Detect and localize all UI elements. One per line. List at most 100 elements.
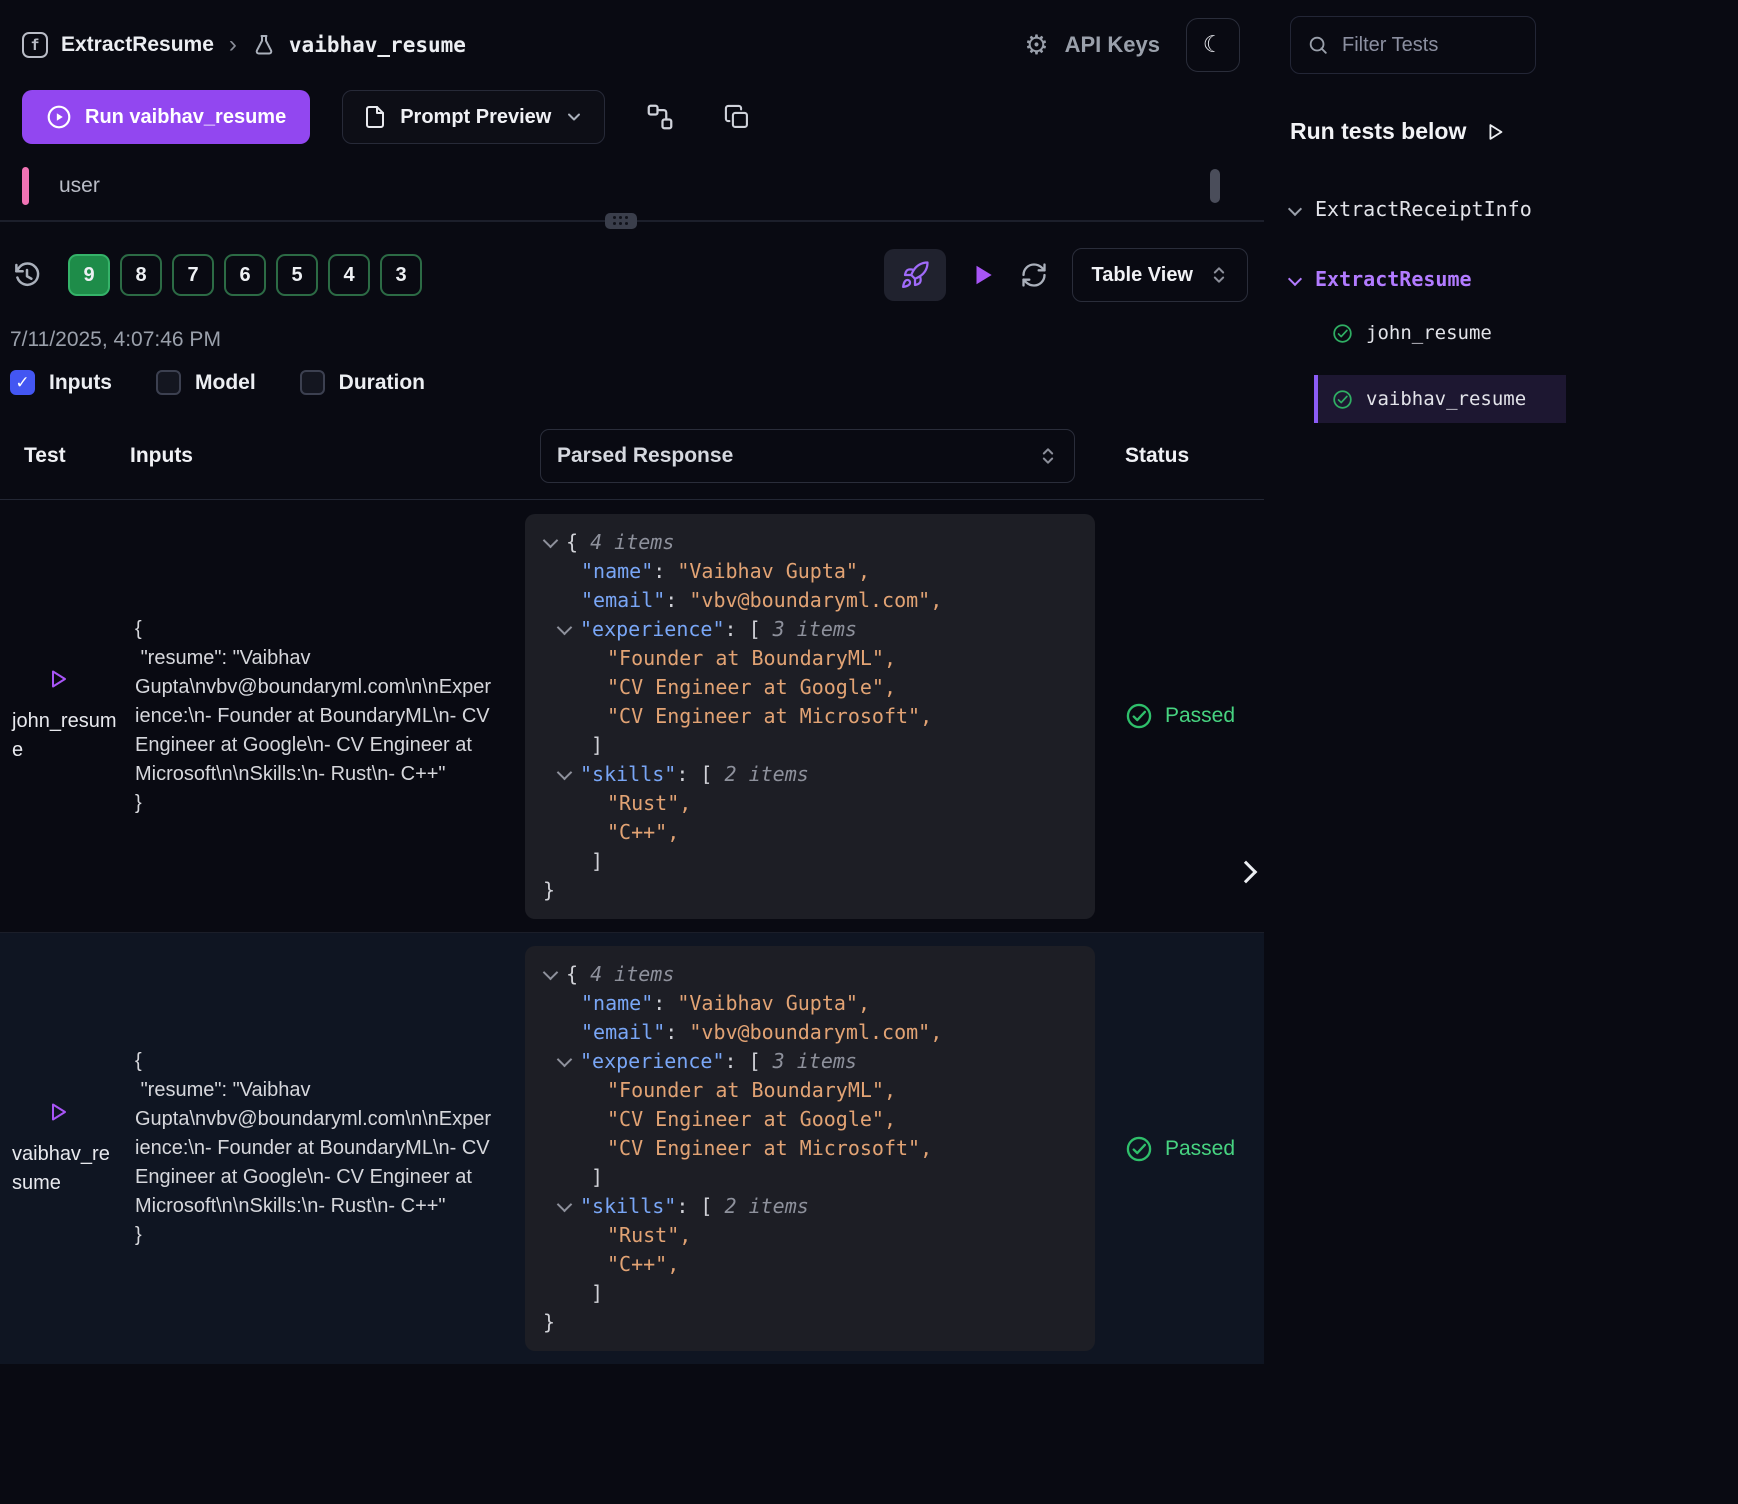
function-name: ExtractReceiptInfo bbox=[1315, 197, 1532, 221]
filter-inputs[interactable]: ✓ Inputs bbox=[10, 370, 112, 395]
run-controls: 9876543 Table View bbox=[12, 248, 1248, 302]
sidebar-test-name: vaibhav_resume bbox=[1366, 388, 1526, 410]
breadcrumb-separator-icon: › bbox=[229, 31, 237, 59]
prompt-role-row[interactable]: user bbox=[22, 166, 1220, 206]
sidebar-test-john-resume[interactable]: john_resume bbox=[1314, 309, 1566, 357]
drag-handle[interactable] bbox=[605, 213, 637, 229]
chevron-down-icon bbox=[564, 107, 584, 127]
scrollbar-thumb[interactable] bbox=[1210, 169, 1220, 203]
top-bar: f ExtractResume › vaibhav_resume ⚙ API K… bbox=[0, 0, 1264, 84]
breadcrumb-project[interactable]: ExtractResume bbox=[61, 33, 214, 57]
run-history-chip[interactable]: 6 bbox=[224, 254, 266, 296]
test-result-row: john_resume { "resume": "Vaibhav Gupta\n… bbox=[0, 500, 1264, 932]
rocket-icon bbox=[900, 260, 930, 290]
copy-icon bbox=[723, 103, 751, 131]
view-mode-select[interactable]: Table View bbox=[1072, 248, 1248, 302]
row-status-label: Passed bbox=[1165, 704, 1235, 728]
run-history-list: 9876543 bbox=[68, 254, 422, 296]
moon-icon: ☾ bbox=[1203, 32, 1224, 58]
checkbox[interactable] bbox=[300, 370, 325, 395]
copy-button[interactable] bbox=[715, 95, 759, 139]
drag-dots-icon bbox=[613, 216, 630, 227]
filter-label: Inputs bbox=[49, 371, 112, 395]
json-viewer[interactable]: { 4 items"name": "Vaibhav Gupta","email"… bbox=[525, 514, 1095, 919]
row-input-json: { "resume": "Vaibhav Gupta\nvbv@boundary… bbox=[135, 615, 495, 818]
row-test-name: john_resume bbox=[12, 707, 118, 765]
sidebar-test-name: john_resume bbox=[1366, 322, 1492, 344]
play-icon bbox=[970, 262, 996, 288]
passed-check-icon bbox=[1125, 702, 1153, 730]
split-divider bbox=[0, 220, 1264, 222]
app-root: f ExtractResume › vaibhav_resume ⚙ API K… bbox=[0, 0, 1738, 1504]
row-play-button[interactable] bbox=[46, 667, 130, 691]
refresh-button[interactable] bbox=[1020, 261, 1048, 289]
run-history-chip[interactable]: 8 bbox=[120, 254, 162, 296]
run-tests-below-label: Run tests below bbox=[1290, 118, 1466, 145]
api-keys-link[interactable]: API Keys bbox=[1065, 32, 1160, 58]
run-play-button[interactable] bbox=[970, 262, 996, 288]
run-controls-right: Table View bbox=[884, 248, 1248, 302]
status-cell: Passed bbox=[1100, 933, 1264, 1364]
play-outline-icon bbox=[46, 667, 70, 691]
checkbox[interactable] bbox=[156, 370, 181, 395]
rocket-button[interactable] bbox=[884, 249, 946, 301]
refresh-icon bbox=[1020, 261, 1048, 289]
passed-check-icon bbox=[1332, 323, 1353, 344]
sidebar-test-vaibhav-resume[interactable]: vaibhav_resume bbox=[1314, 375, 1566, 423]
run-history-chip[interactable]: 3 bbox=[380, 254, 422, 296]
file-text-icon bbox=[363, 105, 387, 129]
role-label: user bbox=[59, 174, 100, 198]
run-history-chip[interactable]: 7 bbox=[172, 254, 214, 296]
run-history-chip[interactable]: 4 bbox=[328, 254, 370, 296]
json-viewer[interactable]: { 4 items"name": "Vaibhav Gupta","email"… bbox=[525, 946, 1095, 1351]
filter-tests-box[interactable] bbox=[1290, 16, 1536, 74]
history-icon[interactable] bbox=[12, 260, 42, 290]
passed-check-icon bbox=[1332, 389, 1353, 410]
run-button-label: Run vaibhav_resume bbox=[85, 106, 286, 129]
passed-check-icon bbox=[1125, 1135, 1153, 1163]
filter-label: Model bbox=[195, 371, 256, 395]
tests-sidebar: Run tests below ExtractReceiptInfo Extra… bbox=[1264, 0, 1738, 1504]
checkbox[interactable]: ✓ bbox=[10, 370, 35, 395]
workflow-graph-button[interactable] bbox=[637, 94, 683, 140]
theme-toggle-button[interactable]: ☾ bbox=[1186, 18, 1240, 72]
col-header-parsed-select[interactable]: Parsed Response bbox=[540, 429, 1075, 483]
parsed-response-label: Parsed Response bbox=[557, 444, 733, 468]
run-history-chip[interactable]: 5 bbox=[276, 254, 318, 296]
chevron-down-icon bbox=[1288, 202, 1302, 216]
play-outline-icon bbox=[1484, 121, 1506, 143]
search-icon bbox=[1307, 34, 1329, 56]
role-color-bar bbox=[22, 167, 29, 205]
test-result-row: vaibhav_resume { "resume": "Vaibhav Gupt… bbox=[0, 932, 1264, 1364]
run-tests-below-button[interactable]: Run tests below bbox=[1290, 118, 1720, 145]
breadcrumb-test: vaibhav_resume bbox=[289, 33, 466, 57]
sidebar-function-extractreceiptinfo[interactable]: ExtractReceiptInfo bbox=[1290, 197, 1720, 221]
sidebar-function-extractresume[interactable]: ExtractResume bbox=[1290, 267, 1720, 291]
view-mode-label: Table View bbox=[1091, 264, 1193, 287]
row-status-label: Passed bbox=[1165, 1137, 1235, 1161]
select-arrows-icon bbox=[1038, 446, 1058, 466]
filter-duration[interactable]: Duration bbox=[300, 370, 425, 395]
select-arrows-icon bbox=[1209, 265, 1229, 285]
chevron-down-icon bbox=[1288, 272, 1302, 286]
row-play-button[interactable] bbox=[46, 1100, 130, 1124]
workflow-icon bbox=[645, 102, 675, 132]
run-history-chip[interactable]: 9 bbox=[68, 254, 110, 296]
play-circle-icon bbox=[46, 104, 72, 130]
filter-model[interactable]: Model bbox=[156, 370, 256, 395]
column-filters: ✓ Inputs Model Duration bbox=[10, 370, 1264, 395]
project-logo-icon: f bbox=[22, 32, 48, 58]
input-cell: { "resume": "Vaibhav Gupta\nvbv@boundary… bbox=[130, 933, 525, 1364]
prompt-preview-dropdown[interactable]: Prompt Preview bbox=[342, 90, 605, 144]
filter-label: Duration bbox=[339, 371, 425, 395]
settings-gear-icon[interactable]: ⚙ bbox=[1024, 30, 1048, 61]
filter-tests-input[interactable] bbox=[1342, 34, 1512, 57]
test-cell: john_resume bbox=[0, 500, 130, 932]
col-header-test: Test bbox=[0, 444, 130, 468]
parsed-cell: { 4 items"name": "Vaibhav Gupta","email"… bbox=[525, 933, 1100, 1364]
run-test-button[interactable]: Run vaibhav_resume bbox=[22, 90, 310, 144]
toolbar: Run vaibhav_resume Prompt Preview bbox=[0, 84, 1264, 144]
row-test-name: vaibhav_resume bbox=[12, 1140, 118, 1198]
row-input-json: { "resume": "Vaibhav Gupta\nvbv@boundary… bbox=[135, 1047, 495, 1250]
results-rows: john_resume { "resume": "Vaibhav Gupta\n… bbox=[0, 500, 1264, 1364]
